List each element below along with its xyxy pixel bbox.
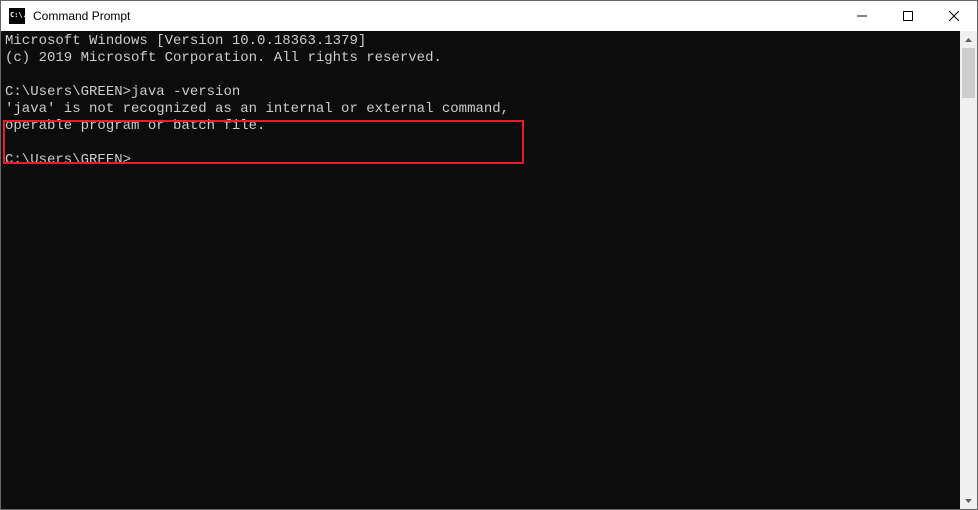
prompt-line-1: C:\Users\GREEN>java -version	[5, 84, 956, 101]
scroll-down-button[interactable]	[960, 492, 977, 509]
prompt-path: C:\Users\GREEN>	[5, 84, 131, 100]
scroll-thumb[interactable]	[962, 48, 975, 98]
prompt-command: java -version	[131, 84, 240, 100]
chevron-down-icon	[965, 499, 972, 503]
terminal[interactable]: Microsoft Windows [Version 10.0.18363.13…	[1, 31, 960, 509]
app-icon: C:\.	[9, 8, 25, 24]
blank-line	[5, 135, 956, 152]
terminal-container: Microsoft Windows [Version 10.0.18363.13…	[1, 31, 977, 509]
close-button[interactable]	[931, 1, 977, 31]
minimize-icon	[857, 11, 867, 21]
app-icon-text: C:\.	[10, 11, 27, 19]
version-line: Microsoft Windows [Version 10.0.18363.13…	[5, 33, 956, 50]
copyright-line: (c) 2019 Microsoft Corporation. All righ…	[5, 50, 956, 67]
maximize-button[interactable]	[885, 1, 931, 31]
scroll-track[interactable]	[960, 48, 977, 492]
chevron-up-icon	[965, 38, 972, 42]
error-line-2: operable program or batch file.	[5, 118, 956, 135]
window-controls	[839, 1, 977, 31]
window-title: Command Prompt	[33, 9, 130, 23]
minimize-button[interactable]	[839, 1, 885, 31]
prompt-line-2: C:\Users\GREEN>	[5, 152, 956, 169]
maximize-icon	[903, 11, 913, 21]
prompt-path: C:\Users\GREEN>	[5, 152, 131, 168]
blank-line	[5, 67, 956, 84]
scroll-up-button[interactable]	[960, 31, 977, 48]
command-prompt-window: C:\. Command Prompt Microsoft W	[0, 0, 978, 510]
vertical-scrollbar[interactable]	[960, 31, 977, 509]
titlebar[interactable]: C:\. Command Prompt	[1, 1, 977, 31]
error-line-1: 'java' is not recognized as an internal …	[5, 101, 956, 118]
close-icon	[949, 11, 959, 21]
